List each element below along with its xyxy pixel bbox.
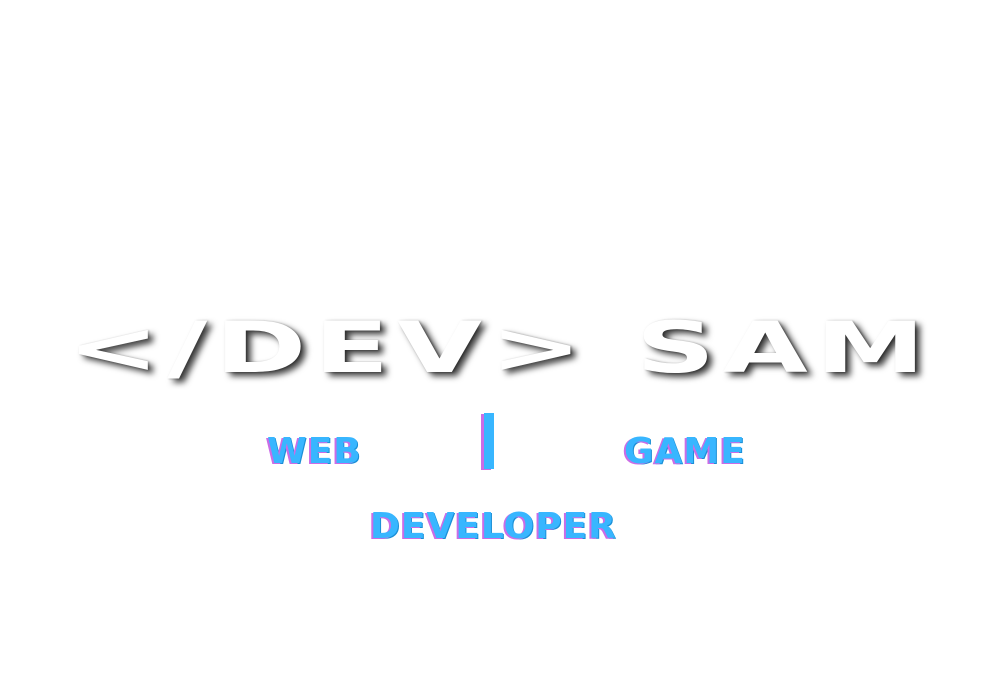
- logo-title: </DEV> SAM: [67, 307, 933, 389]
- hero-banner: </DEV> SAM WEB GAME DEVELOPER: [0, 0, 1000, 700]
- tagline-web: WEB: [267, 431, 362, 472]
- tagline-game: GAME: [624, 431, 746, 472]
- tagline-divider: [484, 413, 494, 469]
- tagline-developer: DEVELOPER: [370, 506, 617, 547]
